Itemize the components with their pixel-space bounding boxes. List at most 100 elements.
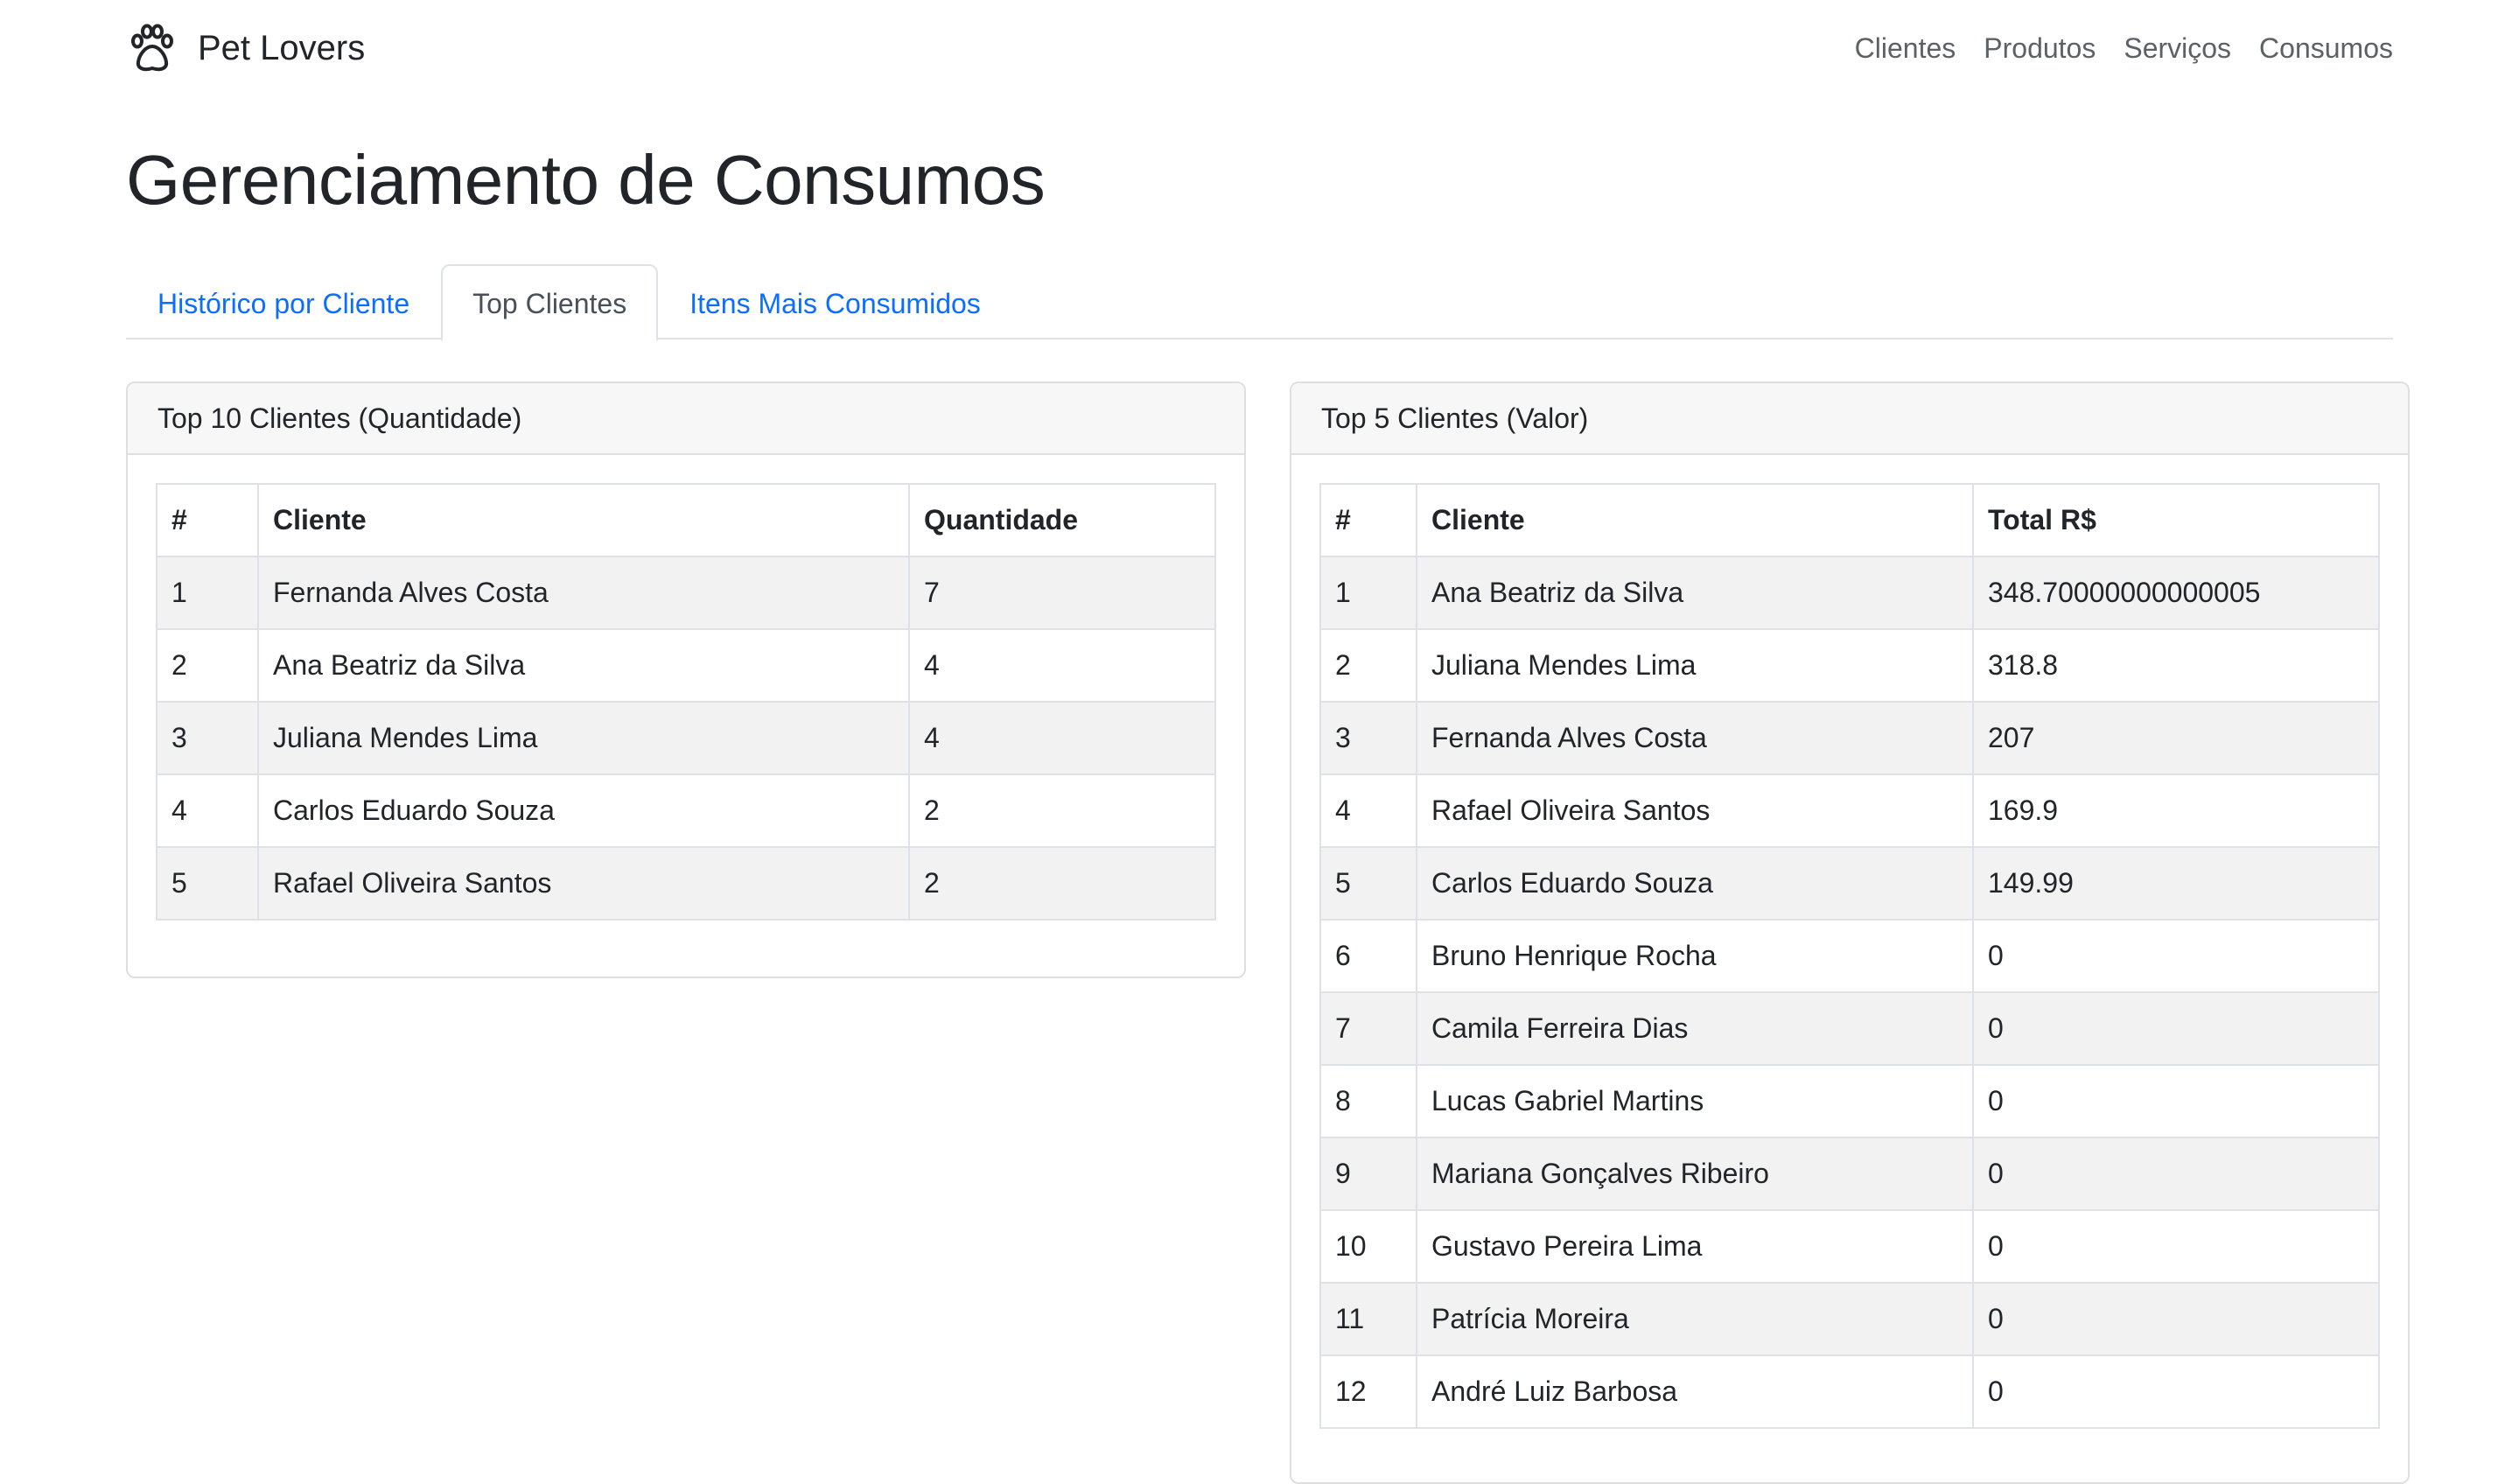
nav-link-produtos[interactable]: Produtos: [1984, 32, 2096, 65]
column-header: Cliente: [257, 483, 910, 557]
top-valor-card: Top 5 Clientes (Valor) # Cliente Total R…: [1290, 382, 2410, 1484]
table-row: 3 Juliana Mendes Lima 4: [156, 701, 1216, 775]
table-row: 8 Lucas Gabriel Martins 0: [1319, 1064, 2380, 1138]
value-cell: 0: [1972, 1064, 2380, 1138]
tab-historico-por-cliente[interactable]: Histórico por Cliente: [126, 264, 441, 340]
rank-cell: 2: [1319, 628, 1417, 703]
value-cell: 4: [908, 628, 1216, 703]
brand-name: Pet Lovers: [198, 28, 366, 67]
table-header-row: # Cliente Total R$: [1319, 483, 2380, 557]
column-header: #: [156, 483, 259, 557]
client-name-cell: Rafael Oliveira Santos: [257, 846, 910, 920]
rank-cell: 3: [156, 701, 259, 775]
top-valor-table: # Cliente Total R$ 1 Ana Beatriz da Silva…: [1319, 483, 2380, 1429]
table-body: 1 Fernanda Alves Costa 7 2 Ana Beatriz da Si…: [156, 556, 1216, 920]
value-cell: 7: [908, 556, 1216, 630]
client-name-cell: Patrícia Moreira: [1416, 1282, 1974, 1356]
rank-cell: 3: [1319, 701, 1417, 775]
rank-cell: 1: [1319, 556, 1417, 630]
nav-link-clientes[interactable]: Clientes: [1855, 32, 1956, 65]
table-row: 7 Camila Ferreira Dias 0: [1319, 991, 2380, 1066]
value-cell: 207: [1972, 701, 2380, 775]
table-row: 4 Rafael Oliveira Santos 169.9: [1319, 774, 2380, 848]
value-cell: 348.70000000000005: [1972, 556, 2380, 630]
rank-cell: 7: [1319, 991, 1417, 1066]
card-body: # Cliente Quantidade 1 Fernanda Alves Cos…: [128, 455, 1244, 948]
client-name-cell: Bruno Henrique Rocha: [1416, 919, 1974, 993]
column-header: Total R$: [1972, 483, 2380, 557]
rank-cell: 5: [156, 846, 259, 920]
client-name-cell: Lucas Gabriel Martins: [1416, 1064, 1974, 1138]
card-header: Top 10 Clientes (Quantidade): [128, 383, 1244, 455]
table-row: 3 Fernanda Alves Costa 207: [1319, 701, 2380, 775]
table-row: 11 Patrícia Moreira 0: [1319, 1282, 2380, 1356]
table-row: 5 Rafael Oliveira Santos 2: [156, 846, 1216, 920]
table-row: 9 Mariana Gonçalves Ribeiro 0: [1319, 1137, 2380, 1211]
value-cell: 169.9: [1972, 774, 2380, 848]
page-title: Gerenciamento de Consumos: [126, 141, 1046, 219]
rank-cell: 9: [1319, 1137, 1417, 1211]
client-name-cell: Fernanda Alves Costa: [257, 556, 910, 630]
rank-cell: 4: [156, 774, 259, 848]
rank-cell: 5: [1319, 846, 1417, 920]
client-name-cell: Mariana Gonçalves Ribeiro: [1416, 1137, 1974, 1211]
table-row: 4 Carlos Eduardo Souza 2: [156, 774, 1216, 848]
client-name-cell: Rafael Oliveira Santos: [1416, 774, 1974, 848]
client-name-cell: André Luiz Barbosa: [1416, 1354, 1974, 1429]
rank-cell: 11: [1319, 1282, 1417, 1356]
paw-icon: [131, 24, 173, 72]
table-row: 12 André Luiz Barbosa 0: [1319, 1354, 2380, 1429]
card-header: Top 5 Clientes (Valor): [1291, 383, 2408, 455]
rank-cell: 1: [156, 556, 259, 630]
rank-cell: 8: [1319, 1064, 1417, 1138]
client-name-cell: Carlos Eduardo Souza: [257, 774, 910, 848]
brand[interactable]: Pet Lovers: [126, 22, 365, 74]
top-quantidade-table: # Cliente Quantidade 1 Fernanda Alves Cos…: [156, 483, 1216, 920]
client-name-cell: Ana Beatriz da Silva: [1416, 556, 1974, 630]
table-row: 5 Carlos Eduardo Souza 149.99: [1319, 846, 2380, 920]
rank-cell: 2: [156, 628, 259, 703]
value-cell: 0: [1972, 1282, 2380, 1356]
value-cell: 0: [1972, 919, 2380, 993]
rank-cell: 6: [1319, 919, 1417, 993]
value-cell: 0: [1972, 1354, 2380, 1429]
rank-cell: 10: [1319, 1209, 1417, 1284]
table-row: 2 Juliana Mendes Lima 318.8: [1319, 628, 2380, 703]
value-cell: 0: [1972, 1209, 2380, 1284]
column-header: Quantidade: [908, 483, 1216, 557]
column-header: #: [1319, 483, 1417, 557]
table-header-row: # Cliente Quantidade: [156, 483, 1216, 557]
client-name-cell: Camila Ferreira Dias: [1416, 991, 1974, 1066]
table-row: 1 Ana Beatriz da Silva 348.70000000000005: [1319, 556, 2380, 630]
top-quantidade-card: Top 10 Clientes (Quantidade) # Cliente Q…: [126, 382, 1246, 978]
nav-link-servicos[interactable]: Serviços: [2124, 32, 2231, 65]
table-row: 1 Fernanda Alves Costa 7: [156, 556, 1216, 630]
value-cell: 149.99: [1972, 846, 2380, 920]
navbar: Pet Lovers Clientes Produtos Serviços Co…: [126, 0, 2393, 96]
client-name-cell: Fernanda Alves Costa: [1416, 701, 1974, 775]
table-row: 10 Gustavo Pereira Lima 0: [1319, 1209, 2380, 1284]
table-row: 6 Bruno Henrique Rocha 0: [1319, 919, 2380, 993]
table-body: 1 Ana Beatriz da Silva 348.70000000000005 2…: [1319, 556, 2380, 1429]
nav-links: Clientes Produtos Serviços Consumos: [1855, 32, 2393, 65]
value-cell: 0: [1972, 1137, 2380, 1211]
client-name-cell: Ana Beatriz da Silva: [257, 628, 910, 703]
rank-cell: 4: [1319, 774, 1417, 848]
card-body: # Cliente Total R$ 1 Ana Beatriz da Silva…: [1291, 455, 2408, 1457]
client-name-cell: Gustavo Pereira Lima: [1416, 1209, 1974, 1284]
value-cell: 318.8: [1972, 628, 2380, 703]
table-row: 2 Ana Beatriz da Silva 4: [156, 628, 1216, 703]
rank-cell: 12: [1319, 1354, 1417, 1429]
value-cell: 2: [908, 846, 1216, 920]
column-header: Cliente: [1416, 483, 1974, 557]
client-name-cell: Juliana Mendes Lima: [257, 701, 910, 775]
value-cell: 2: [908, 774, 1216, 848]
value-cell: 0: [1972, 991, 2380, 1066]
client-name-cell: Carlos Eduardo Souza: [1416, 846, 1974, 920]
nav-link-consumos[interactable]: Consumos: [2259, 32, 2393, 65]
value-cell: 4: [908, 701, 1216, 775]
tab-bar: Histórico por Cliente Top Clientes Itens…: [126, 264, 2393, 341]
tab-top-clientes[interactable]: Top Clientes: [441, 264, 659, 341]
tab-itens-mais-consumidos[interactable]: Itens Mais Consumidos: [658, 264, 1012, 340]
client-name-cell: Juliana Mendes Lima: [1416, 628, 1974, 703]
